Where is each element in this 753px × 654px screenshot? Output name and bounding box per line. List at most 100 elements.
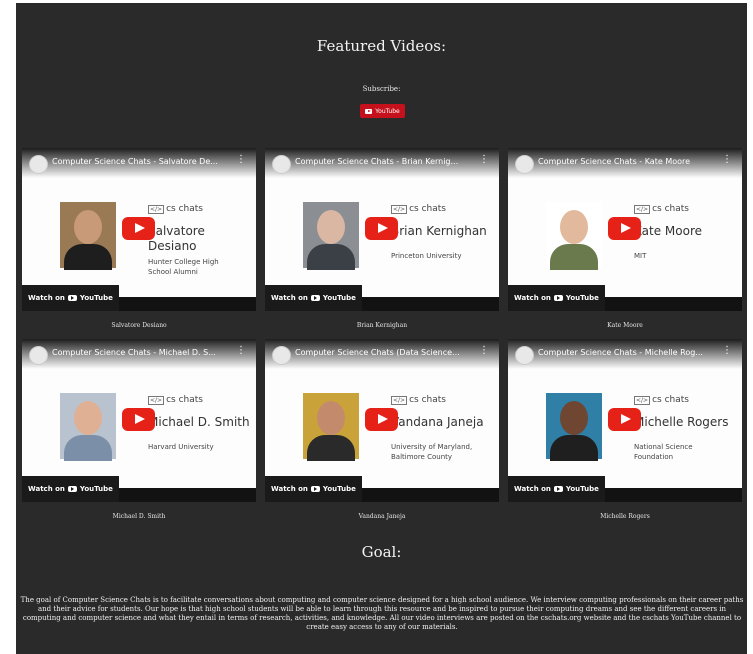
cs-chats-logo: </> cs chats xyxy=(148,204,203,214)
channel-avatar[interactable] xyxy=(272,155,291,174)
watch-on-label: Watch on xyxy=(514,485,551,493)
cs-chats-logo-text: cs chats xyxy=(652,395,689,405)
more-options-icon[interactable]: ⋮ xyxy=(236,155,246,165)
play-button[interactable] xyxy=(365,408,398,431)
speaker-name-line: Salvatore xyxy=(148,224,205,238)
video-title[interactable]: Computer Science Chats (Data Science... xyxy=(295,348,475,357)
speaker-affiliation-line: University of Maryland, xyxy=(391,443,473,451)
code-bracket-icon: </> xyxy=(148,395,165,405)
youtube-subscribe-button[interactable]: YouTube xyxy=(360,104,405,118)
speaker-affiliation: National Science Foundation xyxy=(634,442,734,462)
play-button[interactable] xyxy=(122,408,155,431)
youtube-logo-label: YouTube xyxy=(565,485,599,493)
speaker-photo xyxy=(60,393,116,461)
more-options-icon[interactable]: ⋮ xyxy=(479,155,489,165)
more-options-icon[interactable]: ⋮ xyxy=(722,155,732,165)
cs-chats-logo-text: cs chats xyxy=(409,395,446,405)
cs-chats-logo: </> cs chats xyxy=(148,395,203,405)
play-button[interactable] xyxy=(365,217,398,240)
speaker-face xyxy=(317,210,345,244)
speaker-name: Michelle Rogers xyxy=(634,415,739,430)
play-button[interactable] xyxy=(122,217,155,240)
channel-avatar[interactable] xyxy=(515,346,534,365)
speaker-face xyxy=(560,401,588,435)
speaker-affiliation-line: MIT xyxy=(634,252,647,260)
video-embed[interactable]: Computer Science Chats (Data Science... … xyxy=(265,339,499,502)
youtube-logo-icon xyxy=(310,486,320,492)
video-embed[interactable]: Computer Science Chats - Salvatore De...… xyxy=(22,148,256,311)
speaker-affiliation-line: School Alumni xyxy=(148,268,198,276)
cs-chats-logo: </> cs chats xyxy=(391,395,446,405)
watch-on-youtube-button[interactable]: Watch on YouTube xyxy=(265,476,362,502)
video-embed[interactable]: Computer Science Chats - Michelle Rog...… xyxy=(508,339,742,502)
youtube-logo-icon xyxy=(310,295,320,301)
play-button[interactable] xyxy=(608,217,641,240)
featured-videos-panel: Featured Videos: Subscribe: YouTube Comp… xyxy=(16,3,747,654)
speaker-name: Vandana Janeja xyxy=(391,415,496,430)
code-bracket-icon: </> xyxy=(391,204,408,214)
speaker-shoulders xyxy=(64,244,112,270)
watch-on-label: Watch on xyxy=(271,485,308,493)
more-options-icon[interactable]: ⋮ xyxy=(722,346,732,356)
watch-on-youtube-button[interactable]: Watch on YouTube xyxy=(508,285,605,311)
speaker-affiliation-line: Princeton University xyxy=(391,252,462,260)
speaker-affiliation: Hunter College High School Alumni xyxy=(148,257,248,277)
video-title[interactable]: Computer Science Chats - Michelle Rog... xyxy=(538,348,718,357)
video-caption: Salvatore Desiano xyxy=(111,322,167,329)
youtube-logo-icon xyxy=(553,295,563,301)
speaker-affiliation: Harvard University xyxy=(148,442,248,452)
video-title[interactable]: Computer Science Chats - Kate Moore xyxy=(538,157,718,166)
speaker-face xyxy=(560,210,588,244)
speaker-photo xyxy=(303,393,359,461)
speaker-name-line: Desiano xyxy=(148,239,197,253)
speaker-shoulders xyxy=(307,244,355,270)
speaker-shoulders xyxy=(550,435,598,461)
youtube-logo-label: YouTube xyxy=(322,485,356,493)
watch-on-youtube-button[interactable]: Watch on YouTube xyxy=(508,476,605,502)
cs-chats-logo-text: cs chats xyxy=(409,204,446,214)
speaker-affiliation: MIT xyxy=(634,251,734,261)
video-title[interactable]: Computer Science Chats - Michael D. S... xyxy=(52,348,232,357)
more-options-icon[interactable]: ⋮ xyxy=(236,346,246,356)
cs-chats-logo: </> cs chats xyxy=(634,204,689,214)
video-caption: Kate Moore xyxy=(607,322,643,329)
channel-avatar[interactable] xyxy=(29,346,48,365)
watch-on-youtube-button[interactable]: Watch on YouTube xyxy=(22,476,119,502)
speaker-shoulders xyxy=(64,435,112,461)
play-button[interactable] xyxy=(608,408,641,431)
video-title[interactable]: Computer Science Chats - Salvatore De... xyxy=(52,157,232,166)
cs-chats-logo-text: cs chats xyxy=(652,204,689,214)
youtube-logo-icon xyxy=(67,486,77,492)
speaker-face xyxy=(74,401,102,435)
speaker-name-line: Michelle Rogers xyxy=(634,415,729,429)
video-title[interactable]: Computer Science Chats - Brian Kernig... xyxy=(295,157,475,166)
video-embed[interactable]: Computer Science Chats - Kate Moore ⋮ </… xyxy=(508,148,742,311)
speaker-name-line: Kate Moore xyxy=(634,224,703,238)
code-bracket-icon: </> xyxy=(634,204,651,214)
code-bracket-icon: </> xyxy=(148,204,165,214)
channel-avatar[interactable] xyxy=(29,155,48,174)
video-embed[interactable]: Computer Science Chats - Brian Kernig...… xyxy=(265,148,499,311)
speaker-affiliation: University of Maryland, Baltimore County xyxy=(391,442,491,462)
speaker-face xyxy=(317,401,345,435)
youtube-logo-label: YouTube xyxy=(565,294,599,302)
speaker-name-line: Brian Kernighan xyxy=(391,224,487,238)
more-options-icon[interactable]: ⋮ xyxy=(479,346,489,356)
speaker-shoulders xyxy=(550,244,598,270)
youtube-icon xyxy=(365,108,373,114)
speaker-name: Brian Kernighan xyxy=(391,224,496,239)
section-title: Featured Videos: xyxy=(316,37,447,55)
watch-on-youtube-button[interactable]: Watch on YouTube xyxy=(22,285,119,311)
speaker-photo xyxy=(546,393,602,461)
video-embed[interactable]: Computer Science Chats - Michael D. S...… xyxy=(22,339,256,502)
channel-avatar[interactable] xyxy=(515,155,534,174)
cs-chats-logo-text: cs chats xyxy=(166,204,203,214)
cs-chats-logo: </> cs chats xyxy=(391,204,446,214)
watch-on-youtube-button[interactable]: Watch on YouTube xyxy=(265,285,362,311)
speaker-name-line: Vandana Janeja xyxy=(391,415,484,429)
channel-avatar[interactable] xyxy=(272,346,291,365)
speaker-name: Kate Moore xyxy=(634,224,739,239)
speaker-photo xyxy=(60,202,116,270)
speaker-face xyxy=(74,210,102,244)
youtube-logo-icon xyxy=(67,295,77,301)
